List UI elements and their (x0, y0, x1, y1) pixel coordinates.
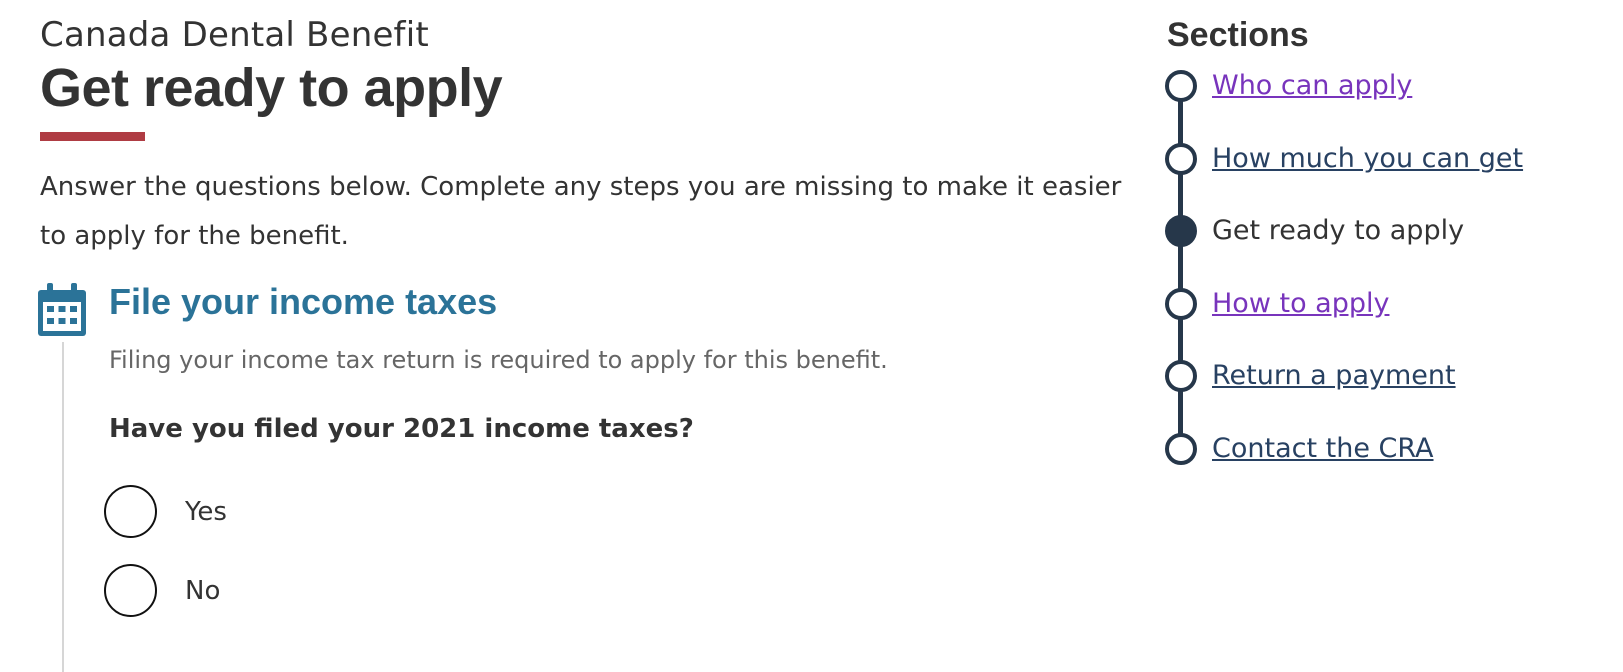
main-content: Canada Dental Benefit Get ready to apply… (40, 12, 1140, 261)
sidebar-title: Sections (1167, 16, 1309, 54)
sidebar-item-contact-cra[interactable]: Contact the CRA (1165, 432, 1607, 506)
sidebar-item-return-payment[interactable]: Return a payment (1165, 360, 1607, 433)
radio-yes-circle[interactable] (104, 485, 157, 538)
section-stepper: Who can apply How much you can get Get r… (1165, 70, 1607, 506)
sidebar-item-get-ready: Get ready to apply (1165, 215, 1607, 288)
sidebar-link-how-much[interactable]: How much you can get (1212, 143, 1523, 175)
sidebar-link-return-payment[interactable]: Return a payment (1212, 360, 1456, 392)
sidebar-current-get-ready: Get ready to apply (1212, 215, 1465, 246)
sections-sidebar: Sections Who can apply How much you can … (1165, 12, 1607, 506)
intro-text: Answer the questions below. Complete any… (40, 172, 1122, 251)
sidebar-item-how-much[interactable]: How much you can get (1165, 142, 1607, 216)
step-connector-line (62, 342, 64, 672)
stepper-dot-icon (1165, 432, 1197, 465)
sidebar-item-how-to-apply[interactable]: How to apply (1165, 287, 1607, 361)
page: Canada Dental Benefit Get ready to apply… (0, 0, 1623, 672)
page-subtitle: Canada Dental Benefit (40, 15, 429, 55)
radio-no-circle[interactable] (104, 564, 157, 617)
sidebar-item-who-can-apply[interactable]: Who can apply (1165, 70, 1607, 143)
sidebar-link-how-to-apply[interactable]: How to apply (1212, 288, 1389, 320)
title-underline-rule (40, 132, 145, 141)
step-heading: File your income taxes (109, 281, 498, 322)
sidebar-link-who-can-apply[interactable]: Who can apply (1212, 70, 1412, 102)
radio-option-no[interactable]: No (104, 564, 220, 617)
stepper-dot-icon (1165, 360, 1197, 392)
stepper-dot-icon (1165, 70, 1197, 102)
question-label: Have you filed your 2021 income taxes? (109, 414, 694, 444)
radio-yes-label[interactable]: Yes (185, 497, 227, 527)
step-description: Filing your income tax return is require… (109, 346, 888, 374)
page-title: Get ready to apply (40, 58, 503, 118)
stepper-dot-active-icon (1165, 215, 1197, 247)
radio-option-yes[interactable]: Yes (104, 485, 227, 538)
stepper-dot-icon (1165, 287, 1197, 320)
stepper-dot-icon (1165, 142, 1197, 175)
calendar-icon (38, 283, 86, 336)
step-file-taxes: File your income taxes Filing your incom… (36, 282, 1036, 672)
sidebar-link-contact-cra[interactable]: Contact the CRA (1212, 433, 1434, 465)
radio-no-label[interactable]: No (185, 576, 220, 606)
